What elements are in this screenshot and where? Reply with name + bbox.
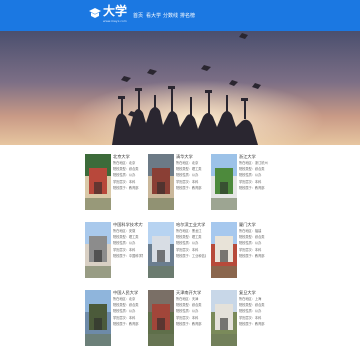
graduation-sunset-illustration: [0, 31, 360, 145]
university-photo[interactable]: [85, 154, 111, 210]
university-card[interactable]: 中国科学技术大学（科…）所在地区：安徽院校类型：理工类院校性质：公办学历层次：本…: [85, 222, 143, 278]
university-photo[interactable]: [148, 222, 174, 278]
top-navigation-bar: 大学 www.meyx.com 首页 看大学 分数线 排名榜: [0, 0, 360, 31]
university-attribute: 院校属于：教育部: [113, 185, 139, 190]
university-info: 复旦大学 所在地区：上海 院校类型：综合类 院校性质：公办 学历层次：本科 院校属于：教育…: [239, 290, 269, 346]
university-info: 中国人民大学 所在地区：北京 院校类型：综合类 院校性质：公办 学历层次：本科 院校属于：…: [113, 290, 143, 346]
university-photo[interactable]: [85, 222, 111, 278]
university-attribute: 院校属于：教育部: [239, 321, 265, 326]
hero-banner-image: [0, 31, 360, 145]
university-card[interactable]: 浙江大学 所在地区：浙江杭州 院校类型：综合类 院校性质：公办 学历层次：本科 院校属于：…: [211, 154, 269, 210]
site-logo[interactable]: 大学 www.meyx.com: [88, 3, 128, 29]
university-info: 中国科学技术大学（科…）所在地区：安徽院校类型：理工类院校性质：公办学历层次：本…: [113, 222, 143, 278]
university-card[interactable]: 厦门大学 所在地区：福建 院校类型：综合类 院校性质：公办 学历层次：本科 院校属于：教育…: [211, 222, 267, 278]
logo-url: www.meyx.com: [103, 19, 127, 23]
university-attribute: 院校属于：中国科学院: [113, 253, 143, 258]
university-info: 哈尔滨工业大学 所在地区：黑龙江 院校类型：理工类 院校性质：公办 学历层次：本科 院校属…: [176, 222, 206, 278]
university-attribute: 院校属于：教育部: [239, 253, 265, 258]
university-card[interactable]: 复旦大学 所在地区：上海 院校类型：综合类 院校性质：公办 学历层次：本科 院校属于：教育…: [211, 290, 267, 346]
university-attribute: 院校属于：教育部: [113, 321, 139, 326]
university-attribute: 院校属于：工业和信息: [176, 253, 206, 258]
university-info: 天津南开大学 所在地区：天津 院校类型：综合类 院校性质：公办 学历层次：本科 院校属于：…: [176, 290, 206, 346]
nav-item-universities[interactable]: 看大学: [146, 11, 161, 21]
university-attribute: 院校属于：教育部: [176, 321, 202, 326]
university-photo[interactable]: [211, 154, 237, 210]
university-photo[interactable]: [211, 222, 237, 278]
university-photo[interactable]: [148, 290, 174, 346]
graduation-cap-logo-icon: [89, 8, 101, 18]
university-photo[interactable]: [148, 154, 174, 210]
university-attribute: 院校属于：教育部: [239, 185, 265, 190]
university-info: 清华大学 所在地区：北京 院校类型：理工类 院校性质：公办 学历层次：本科 院校属于：教育…: [176, 154, 206, 210]
university-attribute: 院校属于：教育部: [176, 185, 202, 190]
university-card[interactable]: 中国人民大学 所在地区：北京 院校类型：综合类 院校性质：公办 学历层次：本科 院校属于：…: [85, 290, 141, 346]
university-info: 浙江大学 所在地区：浙江杭州 院校类型：综合类 院校性质：公办 学历层次：本科 院校属于：…: [239, 154, 269, 210]
university-info: 厦门大学 所在地区：福建 院校类型：综合类 院校性质：公办 学历层次：本科 院校属于：教育…: [239, 222, 269, 278]
university-photo[interactable]: [85, 290, 111, 346]
university-card[interactable]: 清华大学 所在地区：北京 院校类型：理工类 院校性质：公办 学历层次：本科 院校属于：教育…: [148, 154, 204, 210]
nav-item-home[interactable]: 首页: [133, 11, 143, 21]
university-card[interactable]: 天津南开大学 所在地区：天津 院校类型：综合类 院校性质：公办 学历层次：本科 院校属于：…: [148, 290, 204, 346]
nav-item-scores[interactable]: 分数线: [163, 11, 178, 21]
university-info: 北京大学 所在地区：北京 院校类型：综合类 院校性质：公办 学历层次：本科 院校属于：教育…: [113, 154, 143, 210]
university-card[interactable]: 北京大学 所在地区：北京 院校类型：综合类 院校性质：公办 学历层次：本科 院校属于：教育…: [85, 154, 141, 210]
university-photo[interactable]: [211, 290, 237, 346]
logo-text: 大学: [103, 4, 128, 18]
university-card[interactable]: 哈尔滨工业大学 所在地区：黑龙江 院校类型：理工类 院校性质：公办 学历层次：本科 院校属…: [148, 222, 206, 278]
nav-item-rankings[interactable]: 排名榜: [180, 11, 195, 21]
